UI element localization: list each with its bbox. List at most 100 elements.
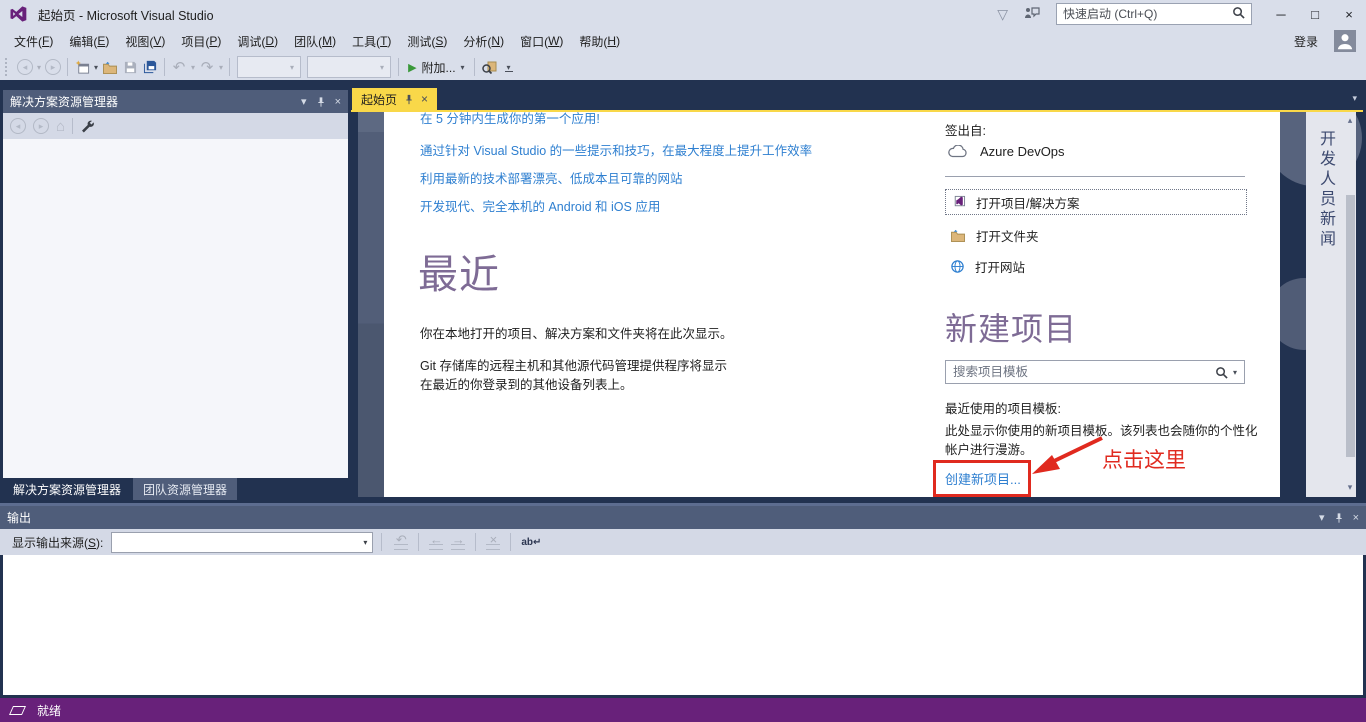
minimize-button[interactable]: ─ bbox=[1264, 0, 1298, 28]
menu-analyze[interactable]: 分析(N) bbox=[455, 28, 512, 54]
solution-explorer-toolbar: ◂ ▸ ⌂ bbox=[3, 113, 348, 139]
configuration-combobox[interactable]: ▾ bbox=[237, 56, 302, 78]
filter-icon[interactable]: ▽ bbox=[997, 6, 1008, 23]
play-icon: ▶ bbox=[408, 61, 417, 74]
close-button[interactable]: × bbox=[1332, 0, 1366, 28]
navigate-forward-button[interactable]: ▸ bbox=[43, 56, 63, 78]
attach-dropdown-icon[interactable]: ▾ bbox=[461, 63, 465, 72]
navigate-back-button[interactable]: ◂ bbox=[15, 56, 35, 78]
menu-edit[interactable]: 编辑(E) bbox=[61, 28, 117, 54]
toolbar-grip[interactable] bbox=[5, 58, 10, 76]
project-template-search-box[interactable]: ▾ bbox=[945, 360, 1245, 384]
search-dropdown-icon[interactable]: ▾ bbox=[1233, 368, 1237, 377]
redo-button[interactable]: ↷ bbox=[197, 56, 217, 78]
feedback-icon[interactable] bbox=[1024, 6, 1040, 23]
tab-solution-explorer[interactable]: 解决方案资源管理器 bbox=[3, 478, 132, 500]
window-position-dropdown-icon[interactable]: ▾ bbox=[301, 95, 307, 108]
start-page-tab-label: 起始页 bbox=[361, 92, 398, 107]
solution-explorer-content[interactable] bbox=[3, 139, 348, 478]
status-bar: 就绪 bbox=[0, 698, 1366, 722]
tab-start-page[interactable]: 起始页 × bbox=[352, 88, 438, 110]
quick-launch-input[interactable] bbox=[1063, 7, 1232, 21]
save-all-button[interactable] bbox=[140, 56, 160, 78]
output-source-label: 显示输出来源(S): bbox=[12, 535, 104, 550]
window-position-dropdown-icon[interactable]: ▾ bbox=[1319, 511, 1325, 524]
developer-news-label[interactable]: 开发人员新闻 bbox=[1313, 130, 1337, 250]
start-page-document: 在 5 分钟内生成你的第一个应用! 通过针对 Visual Studio 的一些… bbox=[351, 112, 1363, 497]
separator bbox=[164, 58, 166, 76]
find-in-files-button[interactable] bbox=[479, 56, 499, 78]
menu-tools[interactable]: 工具(T) bbox=[344, 28, 399, 54]
attach-label: 附加... bbox=[421, 60, 456, 75]
tab-list-dropdown-icon[interactable]: ▾ bbox=[1352, 93, 1357, 104]
platform-combobox[interactable]: ▾ bbox=[307, 56, 392, 78]
project-template-search-input[interactable] bbox=[953, 365, 1210, 379]
redo-dropdown-icon[interactable]: ▾ bbox=[219, 63, 223, 72]
scroll-down-icon[interactable]: ▾ bbox=[1345, 482, 1355, 493]
avatar[interactable] bbox=[1334, 30, 1356, 52]
open-website-label: 打开网站 bbox=[975, 260, 1026, 275]
menu-file[interactable]: 文件(F) bbox=[6, 28, 61, 54]
scroll-up-icon[interactable]: ▴ bbox=[1345, 115, 1355, 126]
jump-to-message-icon[interactable]: ↶ bbox=[390, 532, 412, 552]
undo-dropdown-icon[interactable]: ▾ bbox=[191, 63, 195, 72]
output-panel-header[interactable]: 输出 ▾ × bbox=[0, 506, 1366, 529]
toggle-word-wrap-icon[interactable]: ab↵ bbox=[521, 537, 541, 548]
output-title: 输出 bbox=[7, 511, 32, 525]
tab-team-explorer[interactable]: 团队资源管理器 bbox=[133, 478, 238, 500]
close-icon[interactable]: × bbox=[1353, 512, 1359, 524]
azure-devops-link[interactable]: Azure DevOps bbox=[947, 144, 1065, 159]
clear-all-icon[interactable]: × bbox=[482, 532, 504, 552]
open-file-button[interactable] bbox=[100, 56, 120, 78]
close-icon[interactable]: × bbox=[421, 92, 428, 106]
toolbar-options-button[interactable]: ▾ bbox=[499, 56, 519, 78]
menu-team[interactable]: 团队(M) bbox=[286, 28, 344, 54]
solution-explorer-title: 解决方案资源管理器 bbox=[10, 95, 119, 109]
quick-launch-box[interactable] bbox=[1056, 3, 1252, 25]
chevron-down-icon: ▾ bbox=[380, 62, 385, 72]
open-project-solution-button[interactable]: 打开项目/解决方案 bbox=[945, 189, 1247, 215]
get-started-link-3[interactable]: 利用最新的技术部署漂亮、低成本且可靠的网站 bbox=[420, 168, 683, 187]
sign-in-link[interactable]: 登录 bbox=[1294, 33, 1318, 50]
properties-wrench-icon[interactable] bbox=[80, 119, 94, 133]
menu-window[interactable]: 窗口(W) bbox=[512, 28, 571, 54]
menu-project[interactable]: 项目(P) bbox=[173, 28, 229, 54]
back-icon[interactable]: ◂ bbox=[10, 118, 26, 134]
next-message-icon[interactable]: → bbox=[447, 532, 469, 552]
maximize-button[interactable]: □ bbox=[1298, 0, 1332, 28]
pin-icon[interactable] bbox=[1335, 512, 1343, 524]
output-content[interactable] bbox=[3, 555, 1363, 698]
open-folder-button[interactable]: 打开文件夹 bbox=[945, 222, 1247, 248]
back-dropdown-icon[interactable]: ▾ bbox=[37, 63, 41, 72]
save-all-icon bbox=[143, 60, 156, 74]
undo-button[interactable]: ↶ bbox=[169, 56, 189, 78]
new-project-button[interactable] bbox=[72, 56, 92, 78]
get-started-link-4[interactable]: 开发现代、完全本机的 Android 和 iOS 应用 bbox=[420, 196, 660, 215]
close-icon[interactable]: × bbox=[335, 96, 341, 108]
home-icon[interactable]: ⌂ bbox=[56, 118, 65, 135]
pin-icon[interactable] bbox=[405, 94, 413, 105]
output-source-combobox[interactable]: ▾ bbox=[111, 531, 374, 553]
attach-to-process-button[interactable]: ▶ 附加... ▾ bbox=[403, 59, 470, 76]
previous-message-icon[interactable]: ← bbox=[425, 532, 447, 552]
separator bbox=[381, 533, 383, 551]
scrollbar-thumb[interactable] bbox=[1346, 195, 1355, 457]
open-website-button[interactable]: 打开网站 bbox=[945, 253, 1247, 279]
menu-help[interactable]: 帮助(H) bbox=[571, 28, 628, 54]
forward-icon[interactable]: ▸ bbox=[33, 118, 49, 134]
developer-news-panel[interactable]: 开发人员新闻 ▴ ▾ bbox=[1306, 112, 1356, 497]
separator bbox=[398, 58, 400, 76]
output-toolbar: 显示输出来源(S): ▾ ↶ ← → × ab↵ bbox=[0, 529, 1366, 555]
recent-description-2b: 在最近的你登录到的其他设备列表上。 bbox=[420, 378, 633, 392]
save-button[interactable] bbox=[120, 56, 140, 78]
new-project-dropdown-icon[interactable]: ▾ bbox=[94, 63, 98, 72]
get-started-link-1[interactable]: 在 5 分钟内生成你的第一个应用! bbox=[420, 112, 600, 127]
menu-test[interactable]: 测试(S) bbox=[399, 28, 455, 54]
solution-explorer-header[interactable]: 解决方案资源管理器 ▾ × bbox=[3, 90, 348, 113]
templates-description-2: 帐户进行漫游。 bbox=[945, 443, 1033, 457]
get-started-link-2[interactable]: 通过针对 Visual Studio 的一些提示和技巧，在最大程度上提升工作效率 bbox=[420, 140, 812, 159]
menu-debug[interactable]: 调试(D) bbox=[229, 28, 286, 54]
menu-view[interactable]: 视图(V) bbox=[117, 28, 173, 54]
pin-icon[interactable] bbox=[317, 96, 325, 108]
open-folder-icon bbox=[950, 229, 966, 242]
